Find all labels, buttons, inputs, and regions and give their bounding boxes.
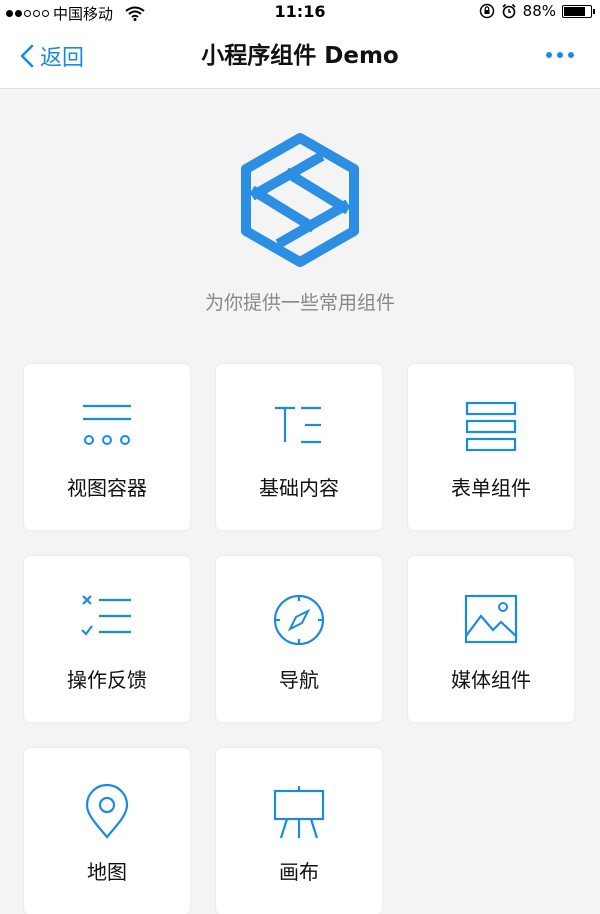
- component-card-media[interactable]: 媒体组件: [408, 556, 574, 722]
- more-dot-icon: [557, 52, 563, 58]
- component-card-view[interactable]: 视图容器: [24, 364, 190, 530]
- page-title: 小程序组件 Demo: [201, 43, 399, 69]
- component-card-feedback[interactable]: 操作反馈: [24, 556, 190, 722]
- status-bar: 中国移动 11:16 88%: [0, 0, 600, 24]
- text-content-icon: [275, 406, 321, 444]
- intro-subtitle: 为你提供一些常用组件: [204, 292, 395, 314]
- component-label: 媒体组件: [451, 668, 531, 692]
- rotation-lock-icon: [479, 3, 494, 19]
- component-label: 导航: [279, 668, 319, 692]
- component-label: 操作反馈: [67, 668, 147, 692]
- battery-percent: 88%: [522, 2, 556, 20]
- alarm-icon: [502, 3, 516, 19]
- easel-icon: [273, 786, 325, 839]
- compass-icon: [273, 594, 325, 646]
- component-card-content[interactable]: 基础内容: [216, 364, 382, 530]
- component-label: 视图容器: [67, 476, 147, 500]
- component-label: 基础内容: [259, 476, 339, 500]
- more-dot-icon: [568, 52, 574, 58]
- feedback-list-icon: [81, 595, 131, 636]
- view-container-icon: [83, 404, 131, 445]
- component-card-map[interactable]: 地图: [24, 748, 190, 914]
- nav-bar: 返回 小程序组件 Demo: [0, 24, 600, 89]
- form-icon: [465, 401, 517, 452]
- component-card-navigation[interactable]: 导航: [216, 556, 382, 722]
- component-label: 地图: [87, 860, 127, 884]
- more-dot-icon: [546, 52, 552, 58]
- component-card-form[interactable]: 表单组件: [408, 364, 574, 530]
- component-label: 表单组件: [451, 476, 531, 500]
- battery-icon: [562, 4, 595, 18]
- more-button[interactable]: [546, 52, 574, 58]
- component-card-canvas[interactable]: 画布: [216, 748, 382, 914]
- image-icon: [464, 594, 518, 644]
- component-label: 画布: [279, 860, 319, 884]
- status-right: 88%: [479, 2, 595, 20]
- map-pin-icon: [85, 784, 129, 839]
- app-logo: [241, 133, 359, 267]
